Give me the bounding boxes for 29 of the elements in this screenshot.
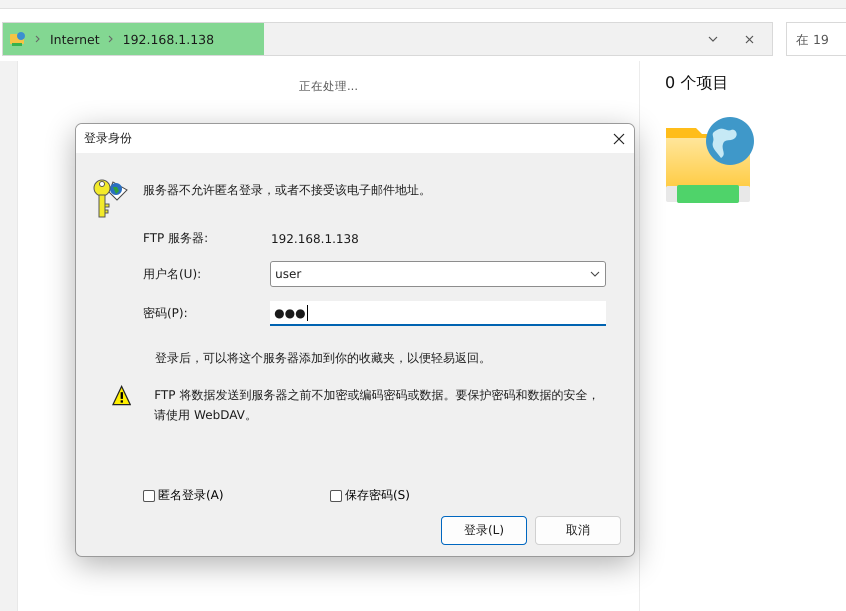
checkbox[interactable]: 保存密码(S) <box>330 487 517 504</box>
close-icon[interactable] <box>613 132 625 144</box>
item-count: 0 个项目 <box>665 73 730 94</box>
breadcrumb-item[interactable]: Internet <box>50 32 100 46</box>
field-label: 用户名(U): <box>143 266 202 282</box>
search-field[interactable]: 在 19 <box>786 22 846 56</box>
login-button[interactable]: 登录(L) <box>441 516 527 545</box>
cancel-button[interactable]: 取消 <box>535 516 621 545</box>
field-label: 密码(P): <box>143 305 189 322</box>
address-bar[interactable]: Internet 192.168.1.138 <box>2 22 773 56</box>
server-address: 192.168.1.138 <box>271 232 359 246</box>
password-field[interactable]: ●●● <box>270 301 606 326</box>
error-message: 服务器不允许匿名登录，或者不接受该电子邮件地址。 <box>143 182 431 199</box>
dialog-title: 登录身份 <box>84 130 132 147</box>
chevron-right-icon <box>108 35 113 43</box>
username-combo-box[interactable]: user <box>270 261 606 287</box>
warning-icon <box>112 385 132 407</box>
chevron-down-icon[interactable] <box>708 36 718 42</box>
close-icon[interactable] <box>744 34 754 44</box>
chevron-right-icon <box>35 35 40 43</box>
network-folder-icon <box>665 116 757 204</box>
field-label: FTP 服务器: <box>143 230 210 247</box>
warning-text: FTP 将数据发送到服务器之前不加密或编码密码或数据。要保护密码和数据的安全，请使用 WebDAV。 <box>154 387 600 424</box>
checkbox[interactable]: 匿名登录(A) <box>143 487 330 504</box>
chevron-down-icon[interactable] <box>590 271 600 277</box>
breadcrumb-item[interactable]: 192.168.1.138 <box>122 32 214 46</box>
info-text: 登录后，可以将这个服务器添加到你的收藏夹，以便轻易返回。 <box>155 350 492 367</box>
status-text: 正在处理... <box>299 79 358 94</box>
network-folder-icon <box>9 31 27 47</box>
